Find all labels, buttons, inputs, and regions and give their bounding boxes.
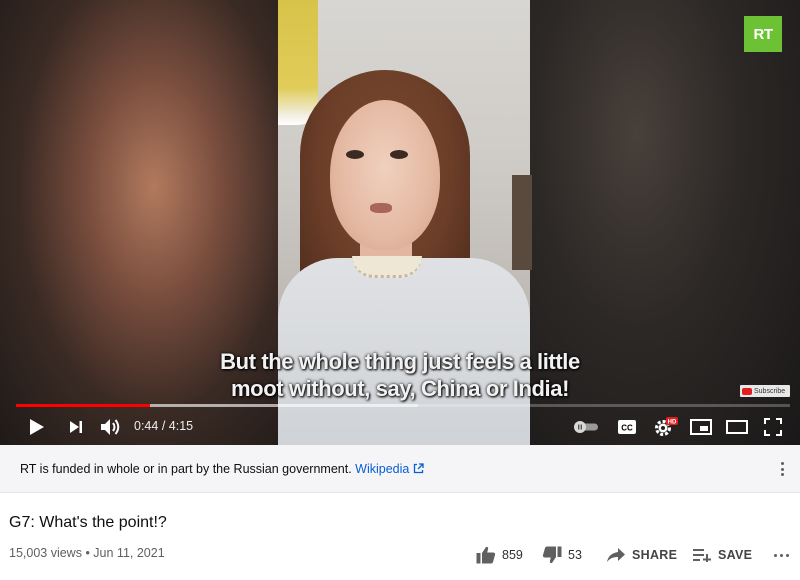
presenter-eye-left [346, 150, 364, 159]
video-title: G7: What's the point!? [9, 514, 167, 531]
caption-line-1: But the whole thing just feels a little [220, 349, 580, 374]
volume-button[interactable] [98, 414, 124, 440]
kebab-dot [780, 473, 784, 476]
settings-button[interactable]: HD [652, 414, 680, 440]
funding-notice-message: RT is funded in whole or in part by the … [20, 462, 424, 476]
funding-notice-text: RT is funded in whole or in part by the … [20, 462, 352, 476]
hd-badge: HD [668, 420, 677, 426]
youtube-logo-icon [742, 387, 752, 395]
channel-logo: RT [744, 16, 782, 52]
play-button[interactable] [24, 414, 50, 440]
save-label: SAVE [718, 548, 753, 562]
captions-button[interactable]: CC [614, 414, 640, 440]
presenter-mouth [370, 203, 392, 213]
dislike-button[interactable]: 53 [542, 543, 582, 567]
played-bar [16, 404, 150, 407]
time-total: 4:15 [168, 419, 194, 433]
save-button[interactable]: SAVE [692, 543, 752, 567]
meta-separator: • [81, 546, 94, 560]
upload-date: Jun 11, 2021 [93, 546, 165, 560]
autoplay-toggle[interactable] [572, 414, 600, 440]
next-icon [70, 421, 82, 433]
kebab-dot [780, 462, 784, 465]
more-actions-button[interactable] [774, 543, 789, 567]
presenter-eye-right [390, 150, 408, 159]
progress-bar[interactable] [16, 404, 790, 407]
fullscreen-button[interactable] [760, 414, 786, 440]
dislike-count: 53 [568, 548, 582, 562]
kebab-dot [780, 467, 784, 471]
subscribe-watermark-label: Subscribe [754, 387, 786, 395]
funding-notice: RT is funded in whole or in part by the … [0, 445, 800, 493]
share-button[interactable]: SHARE [606, 543, 677, 567]
time-display: 0:44 / 4:15 [134, 419, 193, 433]
external-link-icon [414, 463, 424, 474]
lamp-shade [278, 0, 318, 125]
wikipedia-link-label: Wikipedia [355, 462, 410, 476]
time-separator: / [158, 419, 169, 433]
theater-mode-button[interactable] [724, 414, 750, 440]
fullscreen-icon [764, 418, 782, 436]
autoplay-toggle-icon [574, 421, 598, 433]
like-button[interactable]: 859 [476, 543, 523, 567]
wikipedia-link[interactable]: Wikipedia [355, 462, 424, 476]
volume-icon [101, 419, 120, 435]
more-horizontal-icon [774, 553, 789, 557]
view-count: 15,003 views [9, 546, 82, 560]
gear-icon: HD [655, 417, 678, 436]
player-controls: 0:44 / 4:15 CC HD [0, 410, 800, 444]
share-icon [607, 548, 625, 562]
doorframe [512, 175, 532, 270]
theater-mode-icon [726, 420, 748, 434]
next-button[interactable] [64, 414, 88, 440]
play-icon [30, 419, 44, 435]
presenter-face [330, 100, 440, 250]
video-meta: 15,003 views • Jun 11, 2021 [9, 546, 165, 560]
subscribe-watermark[interactable]: Subscribe [740, 385, 790, 397]
thumbs-up-icon [476, 546, 496, 564]
time-current: 0:44 [134, 419, 159, 433]
share-label: SHARE [632, 548, 678, 562]
playlist-add-icon [693, 549, 711, 562]
thumbs-down-icon [542, 546, 562, 564]
video-actions: 859 53 SHARE SAVE [470, 543, 795, 567]
captions-icon: CC [618, 420, 636, 434]
captions-label: CC [621, 424, 633, 433]
miniplayer-icon [690, 419, 712, 435]
presenter-collar [352, 256, 422, 278]
caption-line-2: moot without, say, China or India! [231, 376, 569, 401]
miniplayer-button[interactable] [688, 414, 714, 440]
more-options-button[interactable] [776, 459, 788, 479]
like-count: 859 [502, 548, 523, 562]
video-player[interactable]: RT But the whole thing just feels a litt… [0, 0, 800, 445]
